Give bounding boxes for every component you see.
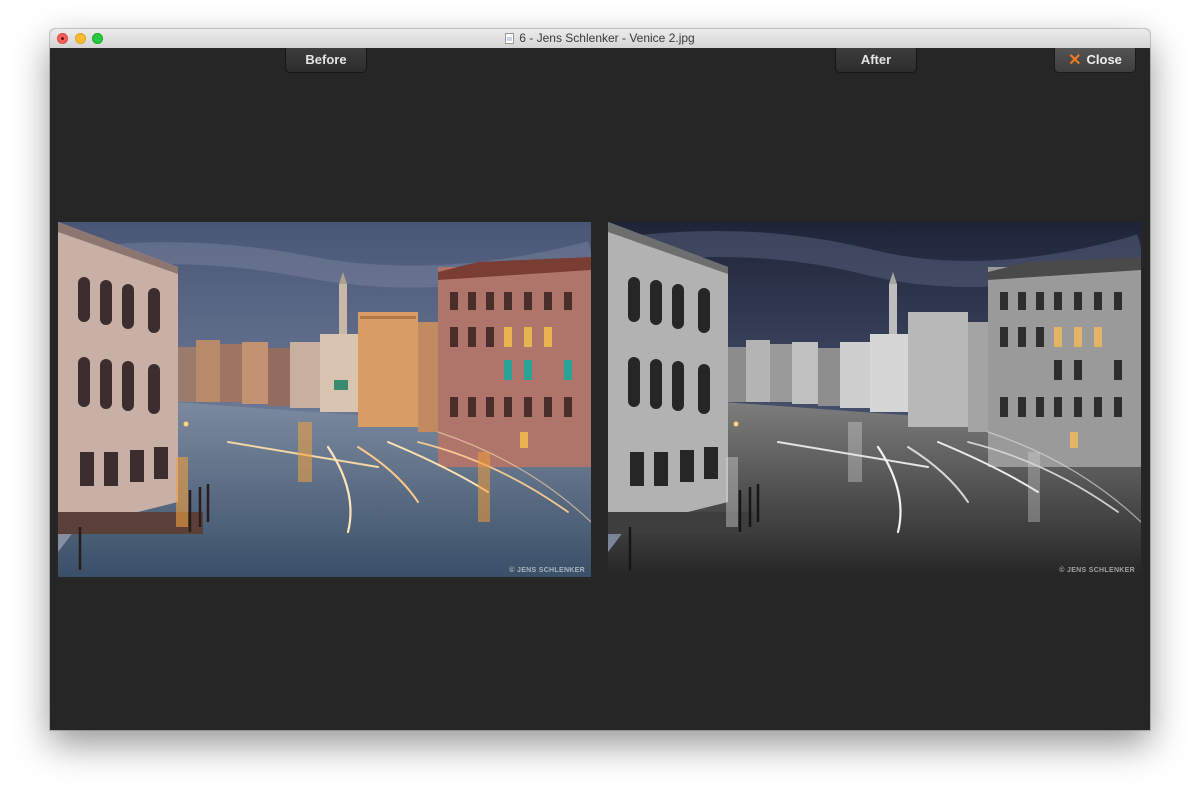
before-watermark: © JENS SCHLENKER [509,567,585,574]
after-label: After [835,48,917,73]
document-icon [505,33,515,44]
before-label: Before [285,48,367,73]
close-icon: ✕ [1068,52,1082,69]
window-title: 6 - Jens Schlenker - Venice 2.jpg [50,29,1150,48]
close-button-label: Close [1086,52,1122,67]
before-image: © JENS SCHLENKER [58,222,591,577]
after-watermark: © JENS SCHLENKER [1059,567,1135,574]
after-image: © JENS SCHLENKER [608,222,1141,577]
close-button[interactable]: ✕ Close [1054,48,1136,73]
window-title-text: 6 - Jens Schlenker - Venice 2.jpg [519,31,695,45]
app-window: 6 - Jens Schlenker - Venice 2.jpg Before… [50,29,1150,730]
comparison-view: Before After ✕ Close © JENS SCHLENKER © … [50,48,1150,730]
title-bar[interactable]: 6 - Jens Schlenker - Venice 2.jpg [50,29,1150,49]
